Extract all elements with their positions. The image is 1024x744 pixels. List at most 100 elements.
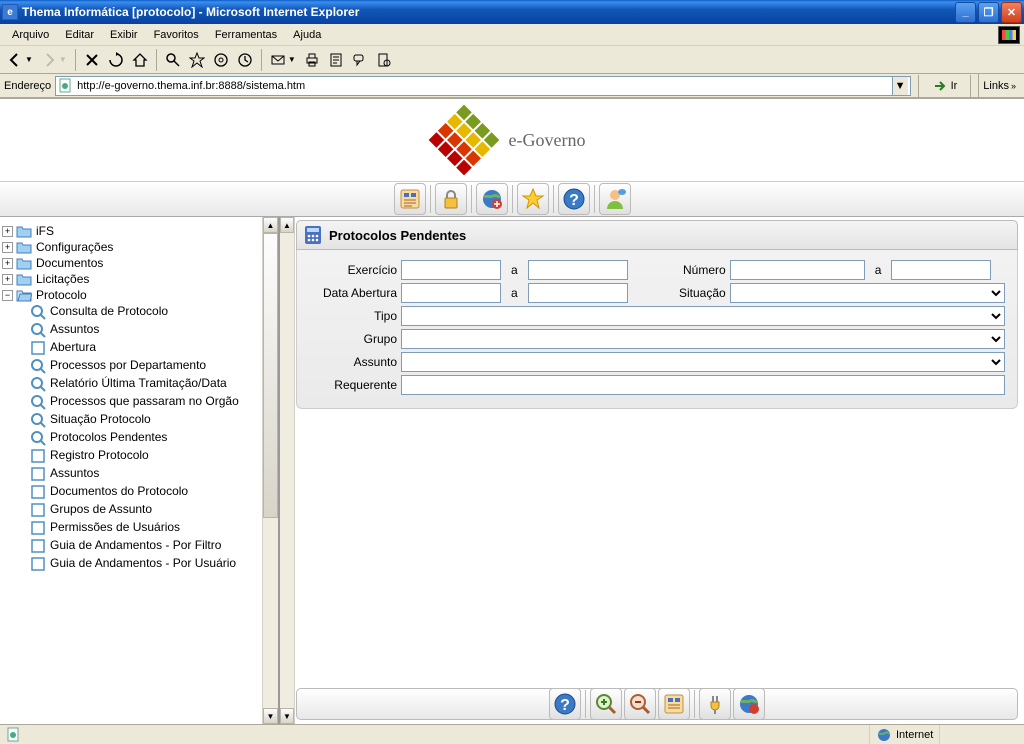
label-grupo: Grupo — [309, 332, 397, 346]
globe-action-button[interactable] — [733, 688, 765, 720]
tree-item[interactable]: Permissões de Usuários — [2, 519, 260, 537]
history-button[interactable] — [234, 49, 256, 71]
expander-icon[interactable]: − — [2, 290, 13, 301]
tree-root-ifs[interactable]: + iFS — [2, 223, 260, 239]
zoom-in-button[interactable] — [590, 688, 622, 720]
menu-editar[interactable]: Editar — [57, 27, 102, 43]
input-data-to[interactable] — [528, 283, 628, 303]
help-button[interactable]: ? — [549, 688, 581, 720]
tree-item[interactable]: Protocolos Pendentes — [2, 429, 260, 447]
menu-exibir[interactable]: Exibir — [102, 27, 146, 43]
address-field-wrap[interactable]: ▼ — [55, 76, 910, 96]
menu-ferramentas[interactable]: Ferramentas — [207, 27, 285, 43]
app-globe-button[interactable] — [476, 183, 508, 215]
standard-toolbar: ▼ ▼ ▼ — [0, 46, 1024, 74]
select-tipo[interactable] — [401, 306, 1005, 326]
tree-item[interactable]: Assuntos — [2, 321, 260, 339]
search-button[interactable] — [162, 49, 184, 71]
maximize-button[interactable]: ❐ — [978, 2, 999, 23]
app-favorites-button[interactable] — [517, 183, 549, 215]
discuss-button[interactable] — [349, 49, 371, 71]
media-button[interactable] — [210, 49, 232, 71]
forward-button[interactable]: ▼ — [38, 49, 70, 71]
form-scrollbar[interactable]: ▲ ▼ — [280, 217, 295, 724]
tree-item[interactable]: Abertura — [2, 339, 260, 357]
input-requerente[interactable] — [401, 375, 1005, 395]
tree-item[interactable]: Relatório Última Tramitação/Data — [2, 375, 260, 393]
scroll-track[interactable] — [263, 233, 278, 708]
details-button[interactable] — [658, 688, 690, 720]
tree-item[interactable]: Documentos do Protocolo — [2, 483, 260, 501]
back-button[interactable]: ▼ — [4, 49, 36, 71]
address-input[interactable] — [77, 80, 891, 92]
expander-icon[interactable]: + — [2, 274, 13, 285]
print-button[interactable] — [301, 49, 323, 71]
menu-favoritos[interactable]: Favoritos — [146, 27, 207, 43]
svg-text:?: ? — [560, 697, 570, 714]
tree-item[interactable]: Processos por Departamento — [2, 357, 260, 375]
favorites-button[interactable] — [186, 49, 208, 71]
research-button[interactable] — [373, 49, 395, 71]
form-grid: Exercício a Número a Data Abertura a — [296, 250, 1018, 409]
internet-zone-icon — [876, 727, 892, 743]
page-content: e-Governo ? + iFS + Confi — [0, 98, 1024, 724]
tree-root-protocolo[interactable]: − Protocolo — [2, 287, 260, 303]
window-title: Thema Informática [protocolo] - Microsof… — [22, 5, 955, 19]
scroll-thumb[interactable] — [263, 233, 278, 518]
input-numero-to[interactable] — [891, 260, 991, 280]
app-properties-button[interactable] — [394, 183, 426, 215]
edit-button[interactable] — [325, 49, 347, 71]
logo-text: e-Governo — [509, 130, 586, 151]
tree-root-documentos[interactable]: + Documentos — [2, 255, 260, 271]
tree-scrollbar[interactable]: ▲ ▼ — [262, 217, 278, 724]
input-exercicio-from[interactable] — [401, 260, 501, 280]
close-button[interactable]: ✕ — [1001, 2, 1022, 23]
scroll-up-button[interactable]: ▲ — [280, 217, 294, 233]
form-title: Protocolos Pendentes — [329, 228, 466, 243]
scroll-down-button[interactable]: ▼ — [263, 708, 278, 724]
scroll-up-button[interactable]: ▲ — [263, 217, 278, 233]
menu-arquivo[interactable]: Arquivo — [4, 27, 57, 43]
label-situacao: Situação — [666, 286, 726, 300]
tree-item[interactable]: Processos que passaram no Orgão — [2, 393, 260, 411]
tree-item[interactable]: Consulta de Protocolo — [2, 303, 260, 321]
select-grupo[interactable] — [401, 329, 1005, 349]
refresh-button[interactable] — [105, 49, 127, 71]
home-button[interactable] — [129, 49, 151, 71]
doc-icon — [30, 556, 46, 572]
label-assunto: Assunto — [309, 355, 397, 369]
expander-icon[interactable]: + — [2, 242, 13, 253]
tree-item[interactable]: Assuntos — [2, 465, 260, 483]
mail-button[interactable]: ▼ — [267, 49, 299, 71]
input-exercicio-to[interactable] — [528, 260, 628, 280]
expander-icon[interactable]: + — [2, 258, 13, 269]
app-lock-button[interactable] — [435, 183, 467, 215]
menu-ajuda[interactable]: Ajuda — [285, 27, 329, 43]
tree-item[interactable]: Guia de Andamentos - Por Filtro — [2, 537, 260, 555]
go-button[interactable]: Ir — [926, 78, 964, 94]
address-dropdown-button[interactable]: ▼ — [892, 77, 908, 95]
tree-item[interactable]: Registro Protocolo — [2, 447, 260, 465]
app-user-button[interactable] — [599, 183, 631, 215]
tree-root-licitacoes[interactable]: + Licitações — [2, 271, 260, 287]
expander-icon[interactable]: + — [2, 226, 13, 237]
page-icon — [58, 78, 74, 94]
plug-button[interactable] — [699, 688, 731, 720]
nav-tree[interactable]: + iFS + Configurações + Documentos + — [0, 217, 262, 724]
tree-item[interactable]: Guia de Andamentos - Por Usuário — [2, 555, 260, 573]
tree-root-configuracoes[interactable]: + Configurações — [2, 239, 260, 255]
minimize-button[interactable]: _ — [955, 2, 976, 23]
doc-icon — [30, 448, 46, 464]
input-data-from[interactable] — [401, 283, 501, 303]
zoom-out-button[interactable] — [624, 688, 656, 720]
select-situacao[interactable] — [730, 283, 1005, 303]
select-assunto[interactable] — [401, 352, 1005, 372]
input-numero-from[interactable] — [730, 260, 865, 280]
scroll-down-button[interactable]: ▼ — [280, 708, 294, 724]
links-toolbar[interactable]: Links» — [978, 74, 1020, 97]
app-help-button[interactable]: ? — [558, 183, 590, 215]
tree-item[interactable]: Grupos de Assunto — [2, 501, 260, 519]
scroll-track[interactable] — [280, 233, 294, 708]
stop-button[interactable] — [81, 49, 103, 71]
tree-item[interactable]: Situação Protocolo — [2, 411, 260, 429]
